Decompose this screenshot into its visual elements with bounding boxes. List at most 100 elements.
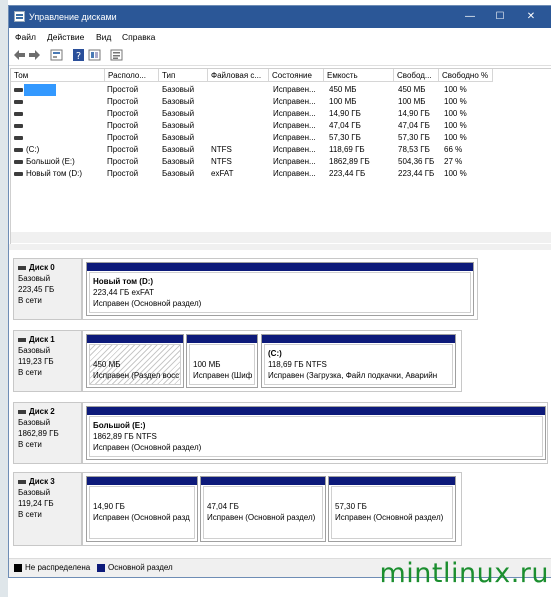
close-button[interactable]: ✕ [515, 6, 547, 28]
cell-capacity: 450 МБ [329, 85, 357, 94]
properties-icon[interactable] [50, 49, 63, 61]
help-icon[interactable]: ? [72, 49, 85, 61]
partition-type-bar [87, 335, 183, 343]
cell-capacity: 1862,89 ГБ [329, 157, 370, 166]
cell-free: 57,30 ГБ [398, 133, 430, 142]
table-row[interactable]: Большой (E:) Простой Базовый NTFS Исправен..… [11, 156, 551, 168]
partition-info: 14,90 ГБ Исправен (Основной разд [89, 486, 195, 539]
menu-view[interactable]: Вид [96, 32, 111, 42]
title-bar[interactable]: Управление дисками — ☐ ✕ [9, 6, 551, 28]
disk-icon [18, 409, 26, 414]
partition-type-bar [187, 335, 257, 343]
partition-status: Исправен (Основной раздел) [207, 513, 316, 522]
partition-block[interactable]: 450 МБ Исправен (Раздел восс [86, 334, 184, 388]
partition-size: 57,30 ГБ [335, 502, 367, 511]
partition-size: 100 МБ [193, 360, 221, 369]
partition-info: 450 МБ Исправен (Раздел восс [89, 344, 181, 385]
partition-title [193, 348, 251, 359]
partition-type-bar [87, 263, 473, 271]
cell-status: Исправен... [273, 97, 316, 106]
cell-type: Базовый [162, 121, 195, 130]
cell-free-pct: 100 % [444, 97, 467, 106]
cell-type: Базовый [162, 145, 195, 154]
cell-free-pct: 27 % [444, 157, 463, 166]
disk-type: Базовый [18, 274, 51, 283]
column-header-free-percent[interactable]: Свободно % [439, 69, 493, 82]
menu-help[interactable]: Справка [122, 32, 155, 42]
disk-name: Диск 1 [29, 335, 55, 344]
partition-status: Исправен (Загрузка, Файл подкачки, Авари… [268, 371, 438, 380]
column-header-layout[interactable]: Располо... [105, 69, 159, 82]
partition-title: (C:) [268, 349, 282, 358]
cell-free: 450 МБ [398, 85, 426, 94]
disk-type: Базовый [18, 488, 51, 497]
column-header-status[interactable]: Состояние [269, 69, 324, 82]
partition-block[interactable]: 47,04 ГБ Исправен (Основной раздел) [200, 476, 326, 542]
disk-icon [18, 479, 26, 484]
minimize-button[interactable]: — [454, 6, 486, 28]
partition-status: Исправен (Основной раздел) [335, 513, 444, 522]
cell-free-pct: 100 % [444, 109, 467, 118]
column-header-free[interactable]: Свобод... [394, 69, 439, 82]
cell-fs: NTFS [211, 157, 232, 166]
disk-1-label[interactable]: Диск 1 Базовый 119,23 ГБ В сети [13, 330, 82, 392]
partition-block[interactable]: 57,30 ГБ Исправен (Основной раздел) [328, 476, 456, 542]
table-row[interactable]: (C:) Простой Базовый NTFS Исправен... 118,69 … [11, 144, 551, 156]
disk-3-label[interactable]: Диск 3 Базовый 119,24 ГБ В сети [13, 472, 82, 546]
table-row[interactable]: Простой Базовый Исправен... 47,04 ГБ 47,04 Г… [11, 120, 551, 132]
cell-free: 78,53 ГБ [398, 145, 430, 154]
settings-icon[interactable] [110, 49, 123, 61]
partition-type-bar [87, 477, 197, 485]
maximize-button[interactable]: ☐ [484, 6, 516, 28]
disk-1-partition-area: 450 МБ Исправен (Раздел восс 100 МБ Исправе… [82, 330, 462, 392]
partition-block[interactable]: 14,90 ГБ Исправен (Основной разд [86, 476, 198, 542]
cell-free: 504,36 ГБ [398, 157, 435, 166]
drive-icon [14, 136, 23, 140]
disk-size: 119,24 ГБ [18, 499, 54, 508]
drive-icon [14, 124, 23, 128]
cell-free: 100 МБ [398, 97, 426, 106]
legend-label-unallocated: Не распределена [25, 563, 91, 572]
cell-status: Исправен... [273, 157, 316, 166]
table-row[interactable]: Простой Базовый Исправен... 100 МБ 100 МБ 100… [11, 96, 551, 108]
disk-0-label[interactable]: Диск 0 Базовый 223,45 ГБ В сети [13, 258, 82, 320]
column-header-type[interactable]: Тип [159, 69, 208, 82]
partition-status: Исправен (Основной раздел) [93, 443, 202, 452]
disk-2-label[interactable]: Диск 2 Базовый 1862,89 ГБ В сети [13, 402, 82, 464]
partition-size: 1862,89 ГБ NTFS [93, 432, 157, 441]
menu-file[interactable]: Файл [15, 32, 36, 42]
disk-management-app-icon [14, 11, 25, 22]
partition-block[interactable]: 100 МБ Исправен (Шиф [186, 334, 258, 388]
column-header-capacity[interactable]: Емкость [324, 69, 394, 82]
disk-icon [18, 337, 26, 342]
partition-block[interactable]: Большой (E:) 1862,89 ГБ NTFS Исправен (Осн… [86, 406, 546, 460]
partition-block[interactable]: (C:) 118,69 ГБ NTFS Исправен (Загрузка, Фа… [261, 334, 456, 388]
volume-list: Том Располо... Тип Файловая с... Состоян… [10, 68, 551, 246]
cell-layout: Простой [107, 169, 139, 178]
cell-layout: Простой [107, 145, 139, 154]
toolbar: ? [9, 46, 551, 66]
partition-block[interactable]: Новый том (D:) 223,44 ГБ exFAT Исправен (О… [86, 262, 474, 316]
horizontal-scrollbar[interactable] [11, 232, 551, 243]
table-row[interactable]: Простой Базовый Исправен... 57,30 ГБ 57,30 Г… [11, 132, 551, 144]
cell-name: Большой (E:) [26, 157, 75, 166]
legend-label-primary: Основной раздел [108, 563, 173, 572]
disk-header: Диск 1 [18, 334, 81, 345]
table-row[interactable]: Простой Базовый Исправен... 450 МБ 450 МБ 100… [11, 84, 551, 96]
column-header-filesystem[interactable]: Файловая с... [208, 69, 269, 82]
partition-type-bar [329, 477, 455, 485]
forward-arrow-icon[interactable] [28, 49, 41, 61]
column-header-volume[interactable]: Том [11, 69, 105, 82]
table-row[interactable]: Простой Базовый Исправен... 14,90 ГБ 14,90 Г… [11, 108, 551, 120]
cell-type: Базовый [162, 169, 195, 178]
table-row[interactable]: Новый том (D:) Простой Базовый exFAT Исправе… [11, 168, 551, 180]
view-icon[interactable] [88, 49, 101, 61]
back-arrow-icon[interactable] [13, 49, 26, 61]
menu-action[interactable]: Действие [47, 32, 84, 42]
window-title: Управление дисками [29, 12, 117, 22]
disk-size: 1862,89 ГБ [18, 429, 59, 438]
partition-status: Исправен (Основной разд [93, 513, 190, 522]
disk-header: Диск 2 [18, 406, 81, 417]
partition-title [335, 490, 449, 501]
cell-type: Базовый [162, 133, 195, 142]
